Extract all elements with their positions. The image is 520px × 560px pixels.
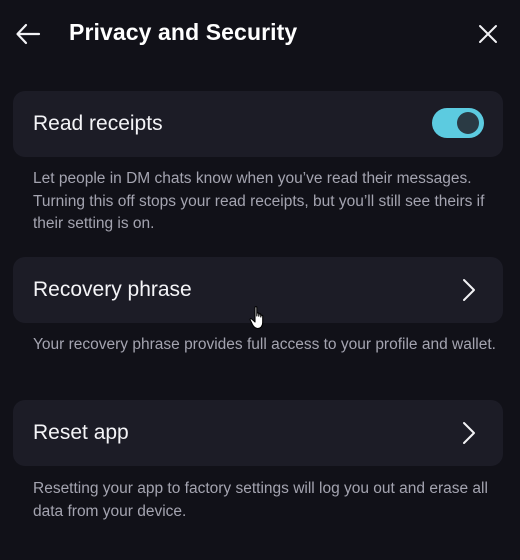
header: Privacy and Security — [0, 0, 520, 68]
recovery-phrase-label: Recovery phrase — [33, 278, 192, 301]
toggle-knob — [457, 112, 479, 134]
reset-app-label: Reset app — [33, 421, 129, 444]
close-button[interactable] — [472, 18, 504, 50]
read-receipts-toggle[interactable] — [432, 108, 484, 138]
reset-app-description: Resetting your app to factory settings w… — [33, 480, 488, 520]
recovery-phrase-description: Your recovery phrase provides full acces… — [33, 336, 496, 353]
recovery-phrase-row[interactable]: Recovery phrase — [13, 257, 503, 323]
back-button[interactable] — [12, 18, 44, 50]
read-receipts-row: Read receipts — [13, 91, 503, 157]
read-receipts-description: Let people in DM chats know when you’ve … — [33, 170, 485, 232]
arrow-left-icon — [16, 23, 41, 45]
close-icon — [479, 25, 497, 43]
reset-app-row[interactable]: Reset app — [13, 400, 503, 466]
read-receipts-label: Read receipts — [33, 112, 163, 135]
chevron-right-icon — [459, 278, 479, 302]
chevron-right-icon — [459, 421, 479, 445]
page-title: Privacy and Security — [69, 19, 298, 45]
